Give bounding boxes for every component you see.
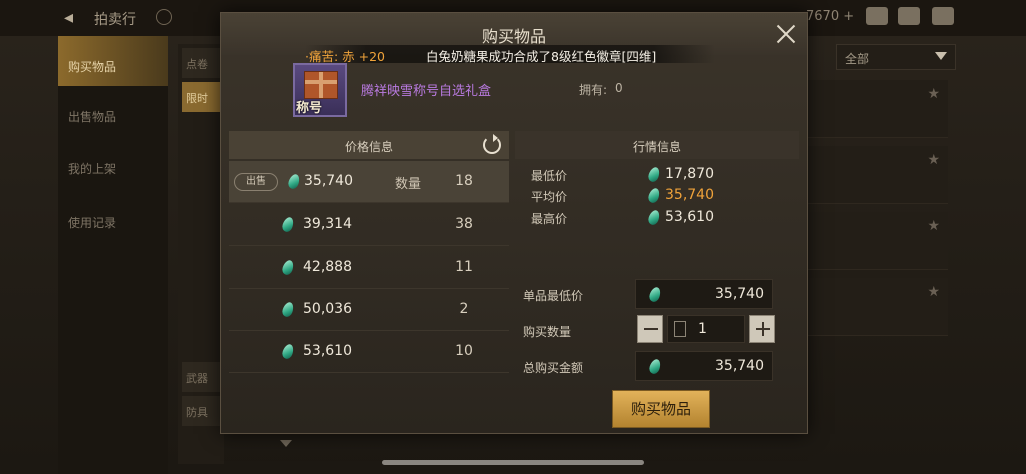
price-row[interactable]: 50,036 2 [229,289,509,331]
total-amount-value: 35,740 [715,358,764,374]
diamond-currency-icon [646,186,662,205]
category-item[interactable]: 武器 [182,362,222,392]
gift-box-graphic [304,71,338,99]
price-row[interactable]: 53,610 10 [229,331,509,373]
owned-count: 0 [615,81,623,95]
avg-price-row: 平均价 35,740 [531,186,791,206]
diamond-currency-icon [646,208,662,227]
buy-quantity-row: 购买数量 1 [523,315,793,345]
unit-min-price-row: 单品最低价 35,740 [523,279,793,309]
avg-price-label: 平均价 [531,190,568,204]
quantity-value: 1 [698,321,707,337]
filter-value: 全部 [845,52,870,66]
unit-min-price-value: 35,740 [715,286,764,302]
sidebar-item-history[interactable]: 使用记录 [58,192,168,242]
gift-icon[interactable] [866,7,888,25]
min-price-value: 17,870 [665,166,714,182]
price-row[interactable]: 42,888 11 [229,247,509,289]
increase-quantity-button[interactable] [749,315,775,343]
row-price: 35,740 [304,173,353,189]
sell-tag: 出售 [234,173,278,191]
chat-icon[interactable] [932,7,954,25]
owned-label: 拥有: [579,83,608,97]
star-icon[interactable]: ★ [927,284,940,300]
refresh-icon[interactable] [483,134,501,154]
total-amount-row: 总购买金额 35,740 [523,351,793,381]
buy-item-button[interactable]: 购买物品 [612,390,710,428]
min-price-row: 最低价 17,870 [531,165,791,185]
diamond-currency-icon [286,172,302,191]
star-icon[interactable]: ★ [927,86,940,102]
gift-box-icon: 称号 [293,63,347,117]
listing-card[interactable]: ★ [806,146,948,204]
price-row[interactable]: 出售 35,740 数量 18 [229,161,509,203]
diamond-currency-icon [647,285,663,304]
chevron-down-icon[interactable] [280,440,292,447]
item-name: 腾祥映雪称号自选礼盒 [361,84,492,99]
sidebar-item-sell[interactable]: 出售物品 [58,86,168,136]
quantity-input[interactable]: 1 [667,315,745,343]
max-price-value: 53,610 [665,209,714,225]
buy-quantity-label: 购买数量 [523,325,572,339]
row-price: 39,314 [303,216,352,232]
unit-min-price-label: 单品最低价 [523,289,584,303]
row-price: 50,036 [303,301,352,317]
auction-house-title: 拍卖行 [94,12,136,28]
max-price-label: 最高价 [531,212,568,226]
item-info: 称号 腾祥映雪称号自选礼盒 拥有: 0 [285,61,807,121]
max-price-row: 最高价 53,610 [531,208,791,228]
listing-card[interactable]: ★ [806,212,948,270]
star-icon[interactable]: ★ [927,218,940,234]
dialog-title: 购买物品 [481,27,546,46]
market-info-panel: 行情信息 最低价 17,870 平均价 35,740 最高价 53,610 单品… [515,131,799,381]
row-price: 53,610 [303,343,352,359]
listing-card[interactable]: ★ [806,278,948,336]
total-amount-label: 总购买金额 [523,361,584,375]
diamond-currency-icon [280,258,296,277]
diamond-currency-icon [647,357,663,376]
diamond-currency-icon [646,165,662,184]
row-qty: 10 [455,343,473,359]
row-qty-label: 数量 [395,177,422,192]
row-qty: 11 [455,259,473,275]
price-info-title: 价格信息 [344,140,393,154]
diamond-currency-icon [280,215,296,234]
min-price-label: 最低价 [531,169,568,183]
total-amount-field: 35,740 [635,351,773,381]
sidebar-item-buy[interactable]: 购买物品 [58,36,168,86]
decrease-quantity-button[interactable] [637,315,663,343]
row-qty: 38 [455,216,473,232]
listing-card[interactable]: ★ [806,80,948,138]
calculator-icon[interactable] [674,321,686,337]
row-price: 42,888 [303,259,352,275]
chevron-down-icon [935,52,947,60]
unit-min-price-field: 35,740 [635,279,773,309]
buy-item-dialog: 购买物品 ·痛苦: 赤 +20 白兔奶糖果成功合成了8级红色徽章[四维] 称号 … [220,12,808,434]
row-qty: 2 [459,301,469,317]
price-info-panel: 价格信息 出售 35,740 数量 18 39,314 38 42,888 11… [229,131,509,379]
market-info-header: 行情信息 [515,131,799,159]
price-info-header: 价格信息 [229,131,509,159]
home-indicator[interactable] [382,460,644,465]
mail-icon[interactable] [898,7,920,25]
back-arrow-icon[interactable]: ◂ [64,7,73,28]
item-type-badge: 称号 [296,101,323,116]
close-button[interactable] [773,21,799,47]
category-item[interactable]: 限时 [182,82,222,112]
avg-price-value: 35,740 [665,187,714,203]
diamond-currency-icon [280,300,296,319]
diamond-currency-icon [280,342,296,361]
star-icon[interactable]: ★ [927,152,940,168]
filter-dropdown[interactable]: 全部 [836,44,956,70]
category-item[interactable]: 防具 [182,396,222,426]
info-icon[interactable] [156,9,172,25]
row-qty: 18 [455,173,473,189]
sidebar-item-my-listings[interactable]: 我的上架 [58,138,168,188]
currency-amount[interactable]: 7670 + [806,9,854,24]
price-row[interactable]: 39,314 38 [229,204,509,246]
category-item[interactable]: 点卷 [182,48,222,78]
